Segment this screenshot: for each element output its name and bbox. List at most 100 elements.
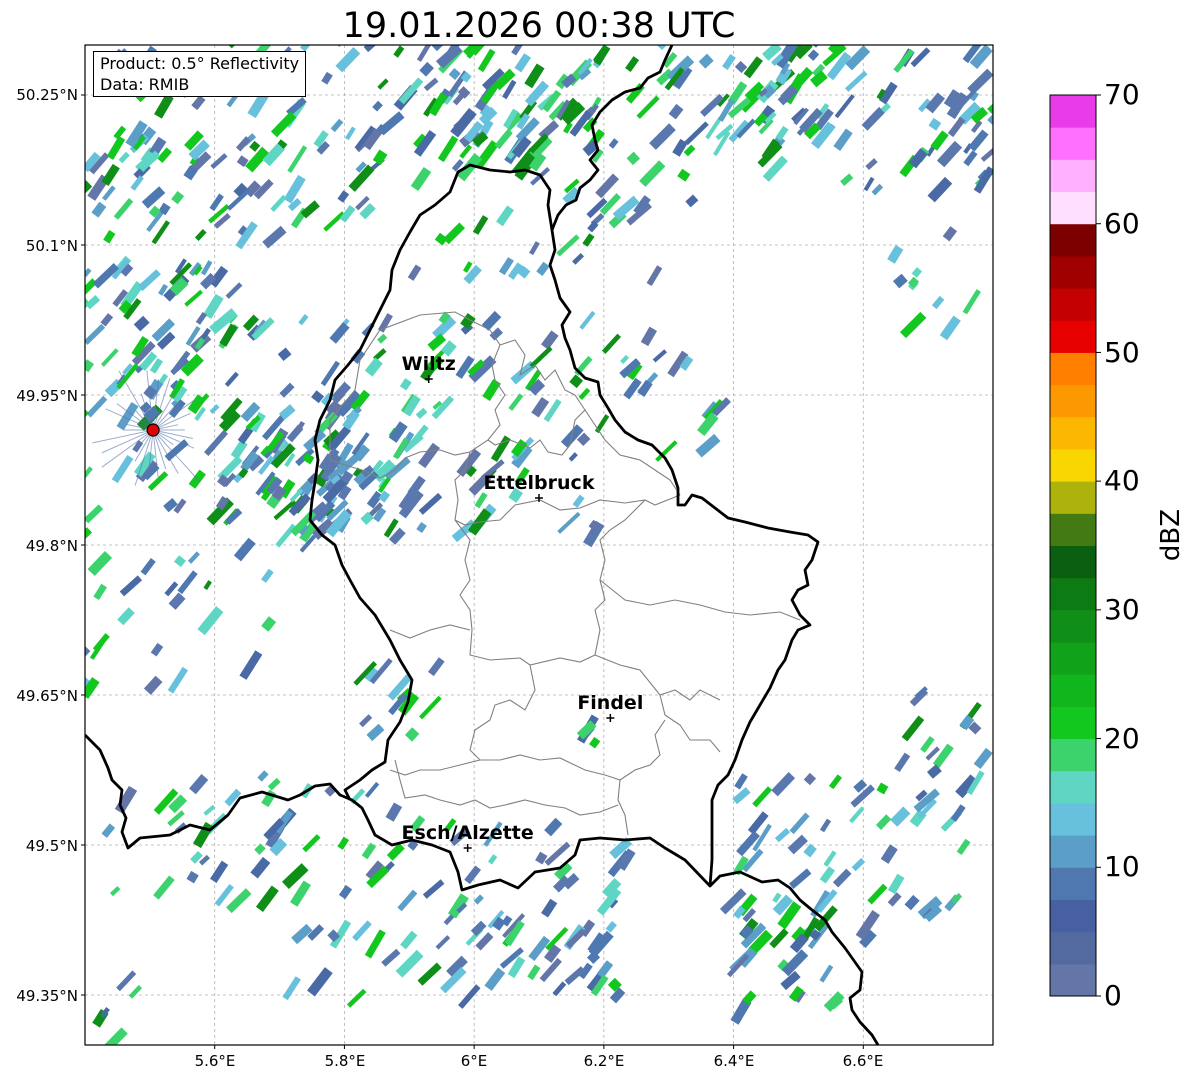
echo-cell: [996, 147, 1010, 161]
echo-cell: [85, 359, 95, 373]
echo-cell: [771, 772, 796, 797]
radar-ray: [101, 429, 154, 454]
echo-cell: [871, 183, 884, 196]
echo-cell: [601, 333, 622, 354]
radar-ray: [152, 429, 195, 449]
echo-cell: [68, 485, 81, 501]
echo-cell: [544, 817, 563, 837]
echo-cell: [35, 367, 51, 389]
echo-cell: [656, 45, 681, 46]
lon-tick-label: 6°E: [460, 1052, 488, 1070]
echo-cell: [102, 185, 116, 201]
echo-cell: [88, 22, 107, 43]
echo-cell: [302, 834, 321, 853]
echo-cell: [828, 774, 843, 790]
echo-cell: [168, 592, 186, 610]
echo-cell: [85, 300, 86, 320]
echo-cell: [372, 149, 388, 166]
echo-cell: [51, 372, 63, 384]
colorbar-segment: [1050, 931, 1096, 965]
echo-cell: [880, 844, 898, 864]
echo-cell: [101, 163, 120, 187]
echo-cell: [511, 45, 532, 56]
lon-tick-label: 6.4°E: [713, 1052, 755, 1070]
echo-cell: [277, 347, 292, 362]
echo-cell: [335, 47, 361, 73]
echo-cell: [85, 180, 93, 203]
echo-cell: [536, 261, 550, 277]
colorbar-tick: 70: [1104, 78, 1140, 111]
echo-cell: [210, 860, 229, 883]
echo-cell: [437, 135, 459, 163]
echo-cell: [939, 315, 961, 341]
echo-cell: [14, 471, 36, 492]
echo-cell: [150, 642, 164, 657]
colorbar-segment: [1050, 802, 1096, 836]
echo-cell: [834, 94, 855, 119]
colorbar-segment: [1050, 159, 1096, 193]
echo-cell: [111, 454, 134, 484]
lat-tick-label: 49.8°N: [25, 537, 78, 555]
echo-cell: [63, 109, 76, 122]
echo-cell: [2, 50, 10, 59]
echo-cell: [861, 106, 886, 131]
echo-cell: [684, 121, 709, 146]
echo-cell: [203, 804, 216, 816]
echo-cell: [1010, 59, 1022, 70]
echo-cell: [395, 949, 424, 978]
echo-cell: [1002, 735, 1015, 749]
echo-cell: [722, 54, 736, 70]
echo-cell: [82, 18, 98, 35]
echo-cell: [469, 45, 491, 56]
gridlines: [81, 45, 993, 1049]
echo-cell: [586, 16, 600, 29]
echo-cell: [261, 568, 274, 583]
echo-cell: [911, 267, 923, 278]
echo-cell: [85, 295, 101, 310]
echo-cell: [819, 964, 834, 983]
echo-cell: [56, 136, 82, 162]
echo-cell: [54, 157, 70, 179]
echo-cell: [364, 781, 380, 798]
echo-cell: [36, 666, 57, 687]
echo-cell: [270, 111, 297, 138]
echo-cell: [901, 715, 925, 742]
echo-cell: [68, 284, 85, 306]
echo-cell: [832, 868, 852, 888]
echo-cell: [298, 314, 309, 326]
echo-cell: [789, 812, 810, 835]
echo-cell: [892, 273, 908, 289]
echo-cell: [987, 99, 993, 116]
echo-cell: [39, 352, 57, 374]
echo-cell: [378, 490, 391, 503]
echo-cell: [103, 229, 116, 244]
radar-ray: [152, 429, 201, 483]
echo-cell: [1003, 90, 1024, 110]
colorbar-segment: [1050, 545, 1096, 579]
echo-cell: [19, 133, 38, 158]
echo-cell: [67, 125, 85, 147]
echo-cell: [177, 570, 198, 595]
echo-cell: [541, 898, 558, 918]
echo-cell: [833, 128, 853, 151]
echo-cell: [734, 773, 748, 790]
colorbar-segment: [1050, 320, 1096, 353]
echo-cell: [677, 168, 691, 182]
echo-cell: [230, 439, 248, 460]
colorbar-segment: [1050, 384, 1096, 418]
echo-cell: [668, 103, 684, 120]
colorbar-segment: [1050, 642, 1096, 675]
echo-cell: [26, 134, 52, 161]
echo-cell: [490, 435, 511, 462]
echo-cell: [947, 116, 966, 138]
echo-cell: [900, 311, 927, 339]
echo-cell: [65, 42, 78, 56]
echo-cell: [569, 374, 584, 389]
echo-cell: [415, 407, 428, 419]
echo-cell: [85, 677, 100, 699]
echo-cell: [867, 883, 888, 905]
echo-cell: [385, 802, 403, 822]
echo-cell: [769, 928, 789, 949]
echo-cell: [85, 504, 104, 524]
echo-cell: [184, 289, 203, 307]
